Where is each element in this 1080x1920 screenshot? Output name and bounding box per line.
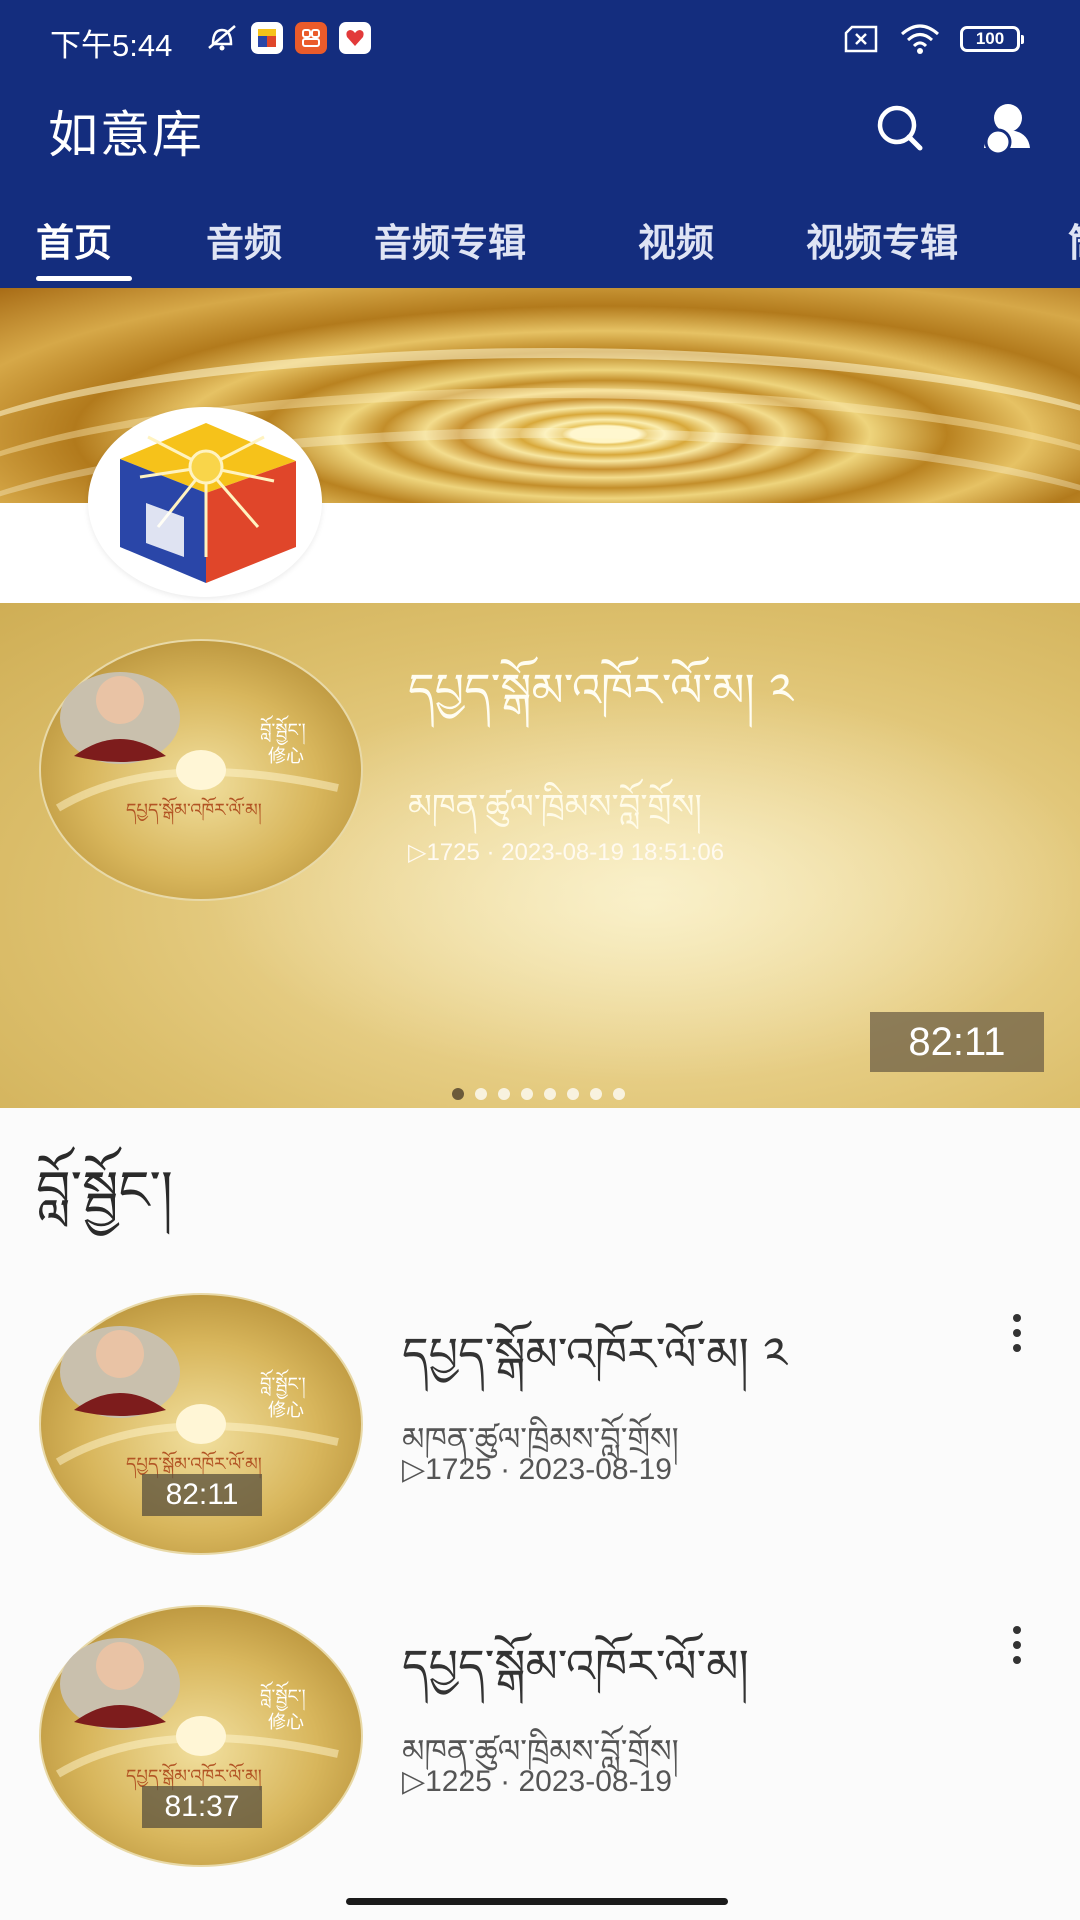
pagination-dot[interactable] <box>613 1088 625 1100</box>
tab-audio[interactable]: 音频 <box>206 212 282 267</box>
cube-logo-icon <box>120 423 296 583</box>
tab-home[interactable]: 首页 <box>36 212 112 267</box>
video-meta: ▷1225 · 2023-08-19 <box>402 1764 672 1799</box>
channel-logo[interactable] <box>88 407 322 597</box>
status-bar: 下午5:44 100 <box>0 0 1080 80</box>
status-system-icons: 100 <box>844 24 1024 54</box>
app-notification-icon <box>339 22 371 54</box>
carousel-meta: ▷1725 · 2023-08-19 18:51:06 <box>408 838 724 867</box>
more-options-icon[interactable] <box>1002 1308 1032 1358</box>
video-duration: 81:37 <box>142 1786 262 1828</box>
video-list-item[interactable]: བློ་སྦྱོང་། 修心 དཔྱད་སྒོམ་འཁོར་ལོ་མ། 81:3… <box>0 1604 1080 1874</box>
carousel-play-count: ▷1725 <box>408 839 480 866</box>
pagination-dot[interactable] <box>544 1088 556 1100</box>
thumb-label-chinese: 修心 <box>268 746 304 767</box>
thumb-label-tibetan: བློ་སྦྱོང་། <box>260 1369 306 1399</box>
meta-separator: · <box>500 1453 519 1486</box>
section-title[interactable]: བློ་སྦྱོང་། <box>36 1130 173 1282</box>
video-thumbnail[interactable]: བློ་སྦྱོང་། 修心 དཔྱད་སྒོམ་འཁོར་ལོ་མ། <box>38 1292 364 1556</box>
video-duration: 82:11 <box>142 1474 262 1516</box>
status-time: 下午5:44 <box>50 28 173 63</box>
mute-icon <box>208 25 236 51</box>
carousel-pagination <box>452 1088 625 1100</box>
wifi-icon <box>901 24 939 54</box>
pagination-dot[interactable] <box>590 1088 602 1100</box>
home-indicator[interactable] <box>346 1898 728 1905</box>
category-tabs: 首页 音频 音频专辑 视频 视频专辑 筒 <box>0 200 1080 288</box>
video-date: 2023-08-19 <box>518 1453 672 1486</box>
video-play-count: ▷1725 <box>402 1453 492 1486</box>
meta-separator: · <box>486 839 502 866</box>
video-thumbnail[interactable]: བློ་སྦྱོང་། 修心 དཔྱད་སྒོམ་འཁོར་ལོ་མ། <box>38 1604 364 1868</box>
meta-separator: · <box>500 1765 519 1798</box>
pagination-dot[interactable] <box>521 1088 533 1100</box>
video-meta: ▷1725 · 2023-08-19 <box>402 1452 672 1487</box>
pagination-dot[interactable] <box>452 1088 464 1100</box>
thumb-label-tibetan: བློ་སྦྱོང་། <box>260 715 306 745</box>
carousel-datetime: 2023-08-19 18:51:06 <box>501 839 725 866</box>
more-options-icon[interactable] <box>1002 1620 1032 1670</box>
app-notification-icon <box>295 22 327 54</box>
carousel-duration: 82:11 <box>870 1012 1044 1072</box>
app-header: 下午5:44 100 如意库 首页 音频 音频专辑 视频 视频专辑 <box>0 0 1080 288</box>
pagination-dot[interactable] <box>498 1088 510 1100</box>
thumb-label-chinese: 修心 <box>268 1712 304 1733</box>
video-date: 2023-08-19 <box>518 1765 672 1798</box>
app-notification-icon <box>251 22 283 54</box>
pagination-dot[interactable] <box>567 1088 579 1100</box>
app-title: 如意库 <box>48 106 204 164</box>
video-list-item[interactable]: བློ་སྦྱོང་། 修心 དཔྱད་སྒོམ་འཁོར་ལོ་མ། 82:1… <box>0 1292 1080 1562</box>
status-notifications <box>205 22 371 54</box>
thumb-label-tibetan: བློ་སྦྱོང་། <box>260 1681 306 1711</box>
thumb-caption: དཔྱད་སྒོམ་འཁོར་ལོ་མ། <box>126 796 262 825</box>
thumb-label-chinese: 修心 <box>268 1400 304 1421</box>
no-sim-icon <box>844 25 878 53</box>
video-play-count: ▷1225 <box>402 1765 492 1798</box>
battery-indicator: 100 <box>960 26 1024 52</box>
tab-more[interactable]: 筒 <box>1068 212 1080 267</box>
pagination-dot[interactable] <box>475 1088 487 1100</box>
tab-video-albums[interactable]: 视频专辑 <box>806 212 958 267</box>
active-tab-indicator <box>36 276 132 281</box>
carousel-title[interactable]: དཔྱད་སྒོམ་འཁོར་ལོ་མ། ༢ <box>408 640 793 769</box>
user-icon[interactable] <box>976 98 1036 158</box>
search-icon[interactable] <box>870 98 930 158</box>
carousel-thumbnail[interactable]: བློ་སྦྱོང་། 修心 དཔྱད་སྒོམ་འཁོར་ལོ་མ། <box>38 638 364 902</box>
tab-video[interactable]: 视频 <box>638 212 714 267</box>
tab-audio-albums[interactable]: 音频专辑 <box>374 212 526 267</box>
